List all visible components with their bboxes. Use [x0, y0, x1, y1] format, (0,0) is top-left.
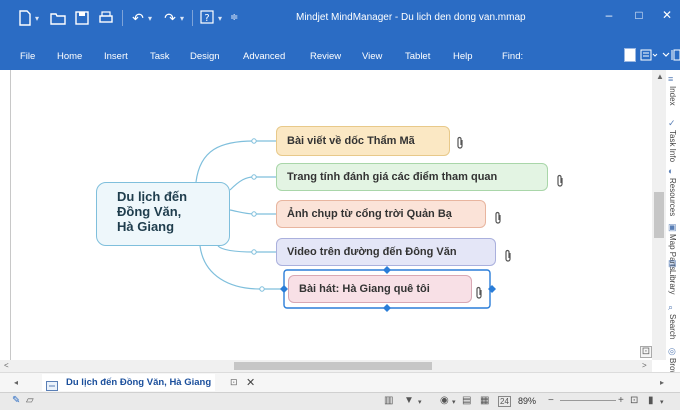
central-topic-line-2: Đồng Văn,: [117, 204, 182, 219]
topic-4[interactable]: Video trên đường đến Đông Văn: [276, 238, 496, 266]
pen-icon[interactable]: ✎: [12, 395, 20, 406]
focus-dropdown-icon[interactable]: ▾: [452, 398, 456, 406]
document-tab-label: Du lịch đến Đồng Văn, Hà Giang: [66, 377, 212, 388]
scroll-right-icon[interactable]: >: [642, 361, 647, 370]
paperclip-icon[interactable]: [456, 136, 464, 153]
scroll-up-icon[interactable]: ▲: [656, 72, 664, 81]
paperclip-icon[interactable]: [494, 211, 502, 228]
calendar-icon[interactable]: 24: [498, 396, 511, 407]
fit-map-icon[interactable]: ⊡: [630, 395, 638, 406]
layout-icon[interactable]: ▥: [384, 395, 393, 406]
connector-4: [217, 245, 276, 253]
panel-toggle-icon[interactable]: ▮: [648, 395, 654, 406]
pin-tab-icon[interactable]: ⊡: [230, 377, 238, 388]
map-parts-icon[interactable]: ▣: [668, 222, 678, 232]
tab-scroll-left-icon[interactable]: ◂: [14, 378, 18, 387]
vertical-scroll-thumb[interactable]: [654, 192, 664, 238]
topic-label: Video trên đường đến Đông Văn: [287, 246, 457, 258]
map-view-icon[interactable]: ▤: [462, 395, 471, 406]
document-tab[interactable]: Du lịch đến Đồng Văn, Hà Giang: [42, 374, 216, 391]
zoom-level: 89%: [518, 396, 537, 406]
topic-2[interactable]: Trang tính đánh giá các điểm tham quan: [276, 163, 548, 191]
filter-icon[interactable]: ▼: [404, 395, 414, 406]
focus-icon[interactable]: ◉: [440, 395, 449, 406]
paperclip-icon[interactable]: [475, 286, 483, 303]
eraser-icon[interactable]: ▱: [26, 395, 34, 406]
zoom-in-button[interactable]: +: [618, 395, 624, 406]
close-tab-button[interactable]: ✕: [246, 376, 255, 389]
zoom-out-button[interactable]: −: [548, 395, 554, 406]
horizontal-scroll-thumb[interactable]: [234, 362, 432, 370]
scroll-left-icon[interactable]: <: [4, 361, 9, 370]
search-icon[interactable]: ⌕: [668, 302, 678, 312]
topic-label: Trang tính đánh giá các điểm tham quan: [287, 171, 498, 183]
resources-icon[interactable]: ◐: [668, 166, 678, 176]
topic-label: Bài viết về dốc Thẩm Mã: [287, 135, 415, 147]
zoom-slider[interactable]: [560, 400, 616, 401]
index-icon[interactable]: ≡: [668, 74, 678, 84]
central-topic-line-1: Du lịch đến: [117, 189, 188, 204]
task-info-icon[interactable]: ✓: [668, 118, 678, 128]
sidepanel-tab-search[interactable]: Search: [668, 314, 677, 339]
browser-icon[interactable]: ◎: [668, 346, 678, 356]
sidepanel-tab-task-info[interactable]: Task Info: [668, 130, 677, 162]
topic-3[interactable]: Ảnh chụp từ cổng trời Quản Bạ: [276, 200, 486, 228]
status-bar: [0, 392, 680, 410]
topic-5-selected[interactable]: Bài hát: Hà Giang quê tôi: [288, 275, 472, 303]
central-topic[interactable]: Du lịch đến Đồng Văn, Hà Giang: [96, 182, 230, 246]
filter-dropdown-icon[interactable]: ▾: [418, 398, 422, 406]
tab-scroll-right-icon[interactable]: ▸: [660, 378, 664, 387]
topic-label: Bài hát: Hà Giang quê tôi: [299, 283, 430, 295]
outline-view-icon[interactable]: ▦: [480, 395, 489, 406]
sidepanel-tab-resources[interactable]: Resources: [668, 178, 677, 216]
topic-label: Ảnh chụp từ cổng trời Quản Bạ: [287, 208, 452, 220]
map-document-icon: [46, 378, 58, 391]
library-icon[interactable]: ▤: [668, 258, 678, 268]
zoom-fit-icon[interactable]: ⊡: [640, 346, 652, 358]
sidepanel-tab-library[interactable]: Library: [668, 270, 677, 294]
topic-1[interactable]: Bài viết về dốc Thẩm Mã: [276, 126, 450, 156]
paperclip-icon[interactable]: [556, 174, 564, 191]
panel-dropdown-icon[interactable]: ▾: [660, 398, 664, 406]
paperclip-icon[interactable]: [504, 249, 512, 266]
central-topic-line-3: Hà Giang: [117, 219, 175, 234]
sidepanel-tab-index[interactable]: Index: [668, 86, 677, 106]
connector-1: [195, 140, 276, 183]
